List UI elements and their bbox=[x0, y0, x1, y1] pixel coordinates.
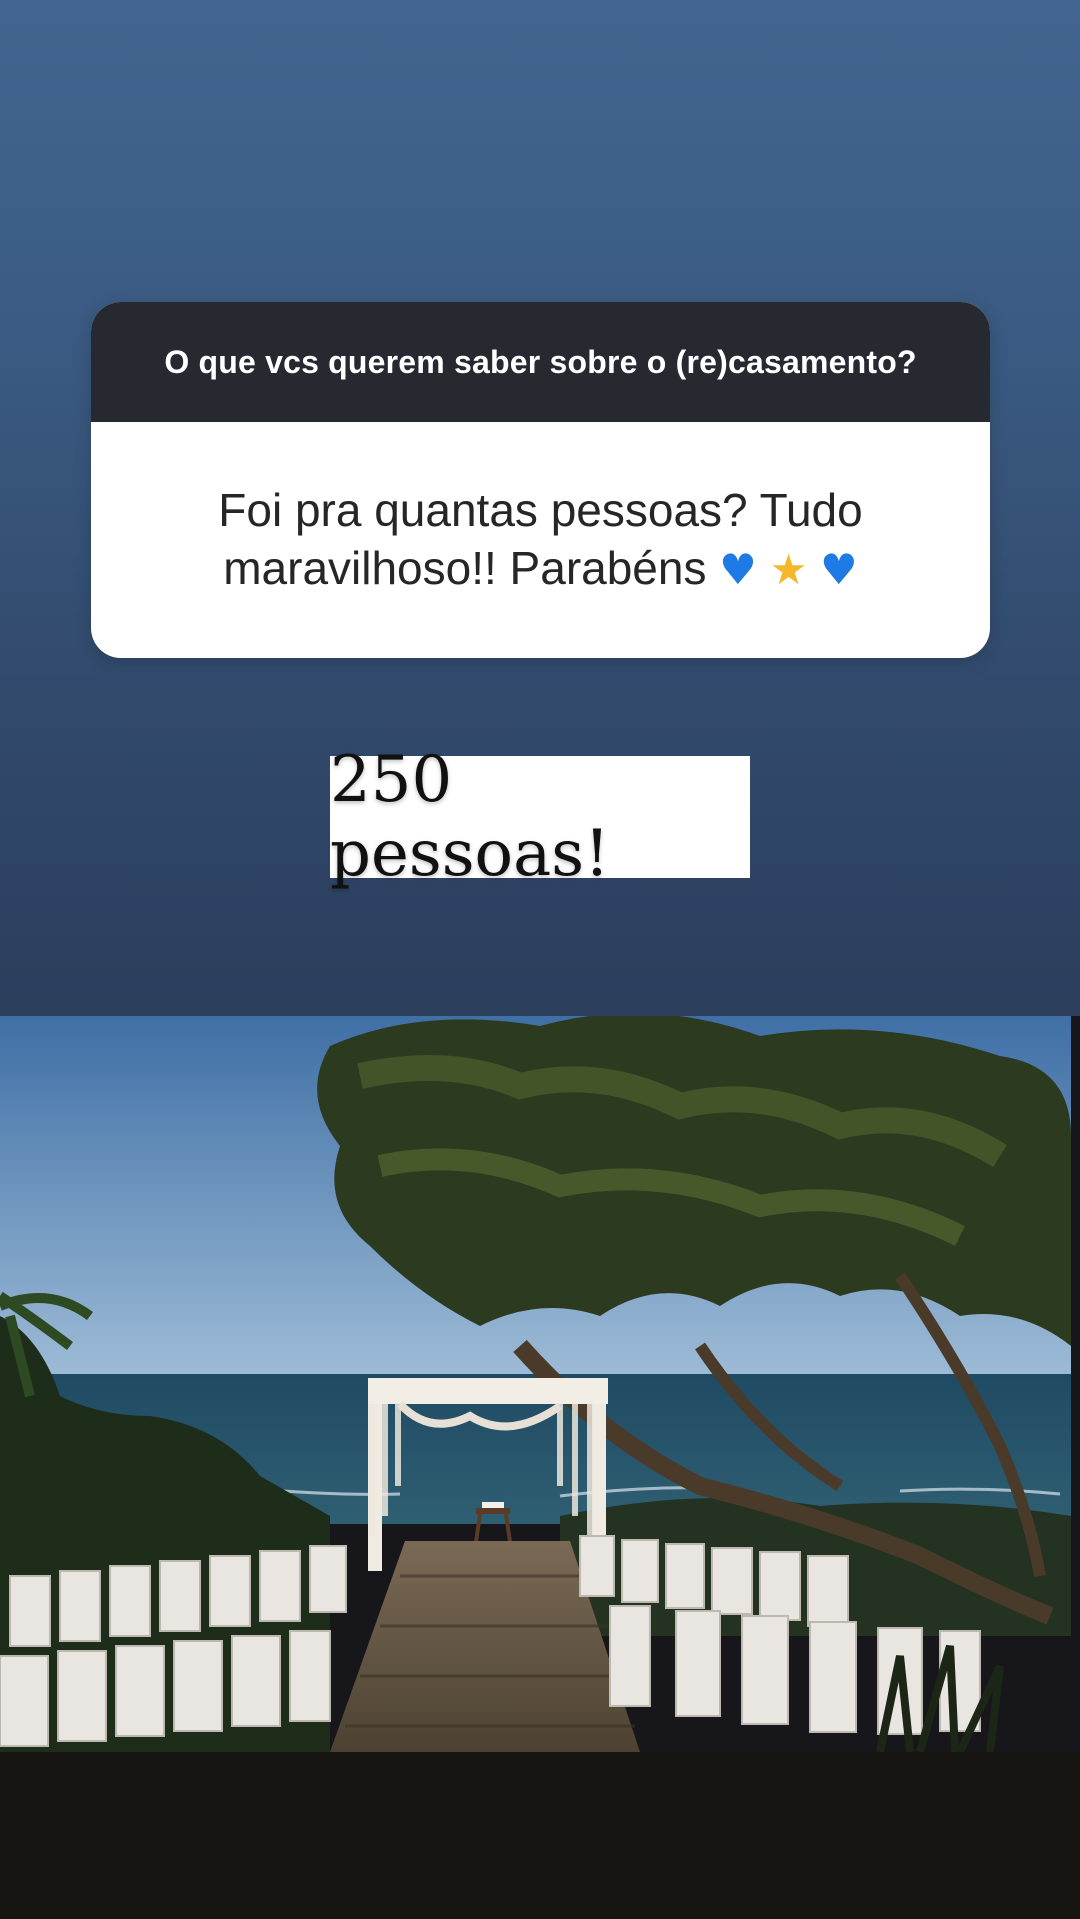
question-sticker[interactable]: O que vcs querem saber sobre o (re)casam… bbox=[91, 302, 990, 658]
response-text: Foi pra quantas pessoas? Tudo maravilhos… bbox=[218, 484, 863, 594]
blue-heart-icon: ♥ bbox=[820, 545, 858, 594]
answer-text-box: 250 pessoas! bbox=[330, 743, 750, 891]
question-response: Foi pra quantas pessoas? Tudo maravilhos… bbox=[91, 422, 990, 658]
blue-heart-icon: ♥ bbox=[719, 545, 757, 594]
wedding-photo bbox=[0, 1016, 1071, 1752]
question-header: O que vcs querem saber sobre o (re)casam… bbox=[91, 302, 990, 422]
glowing-star-icon: ★ bbox=[769, 545, 808, 594]
bottom-bar bbox=[0, 1752, 1080, 1919]
